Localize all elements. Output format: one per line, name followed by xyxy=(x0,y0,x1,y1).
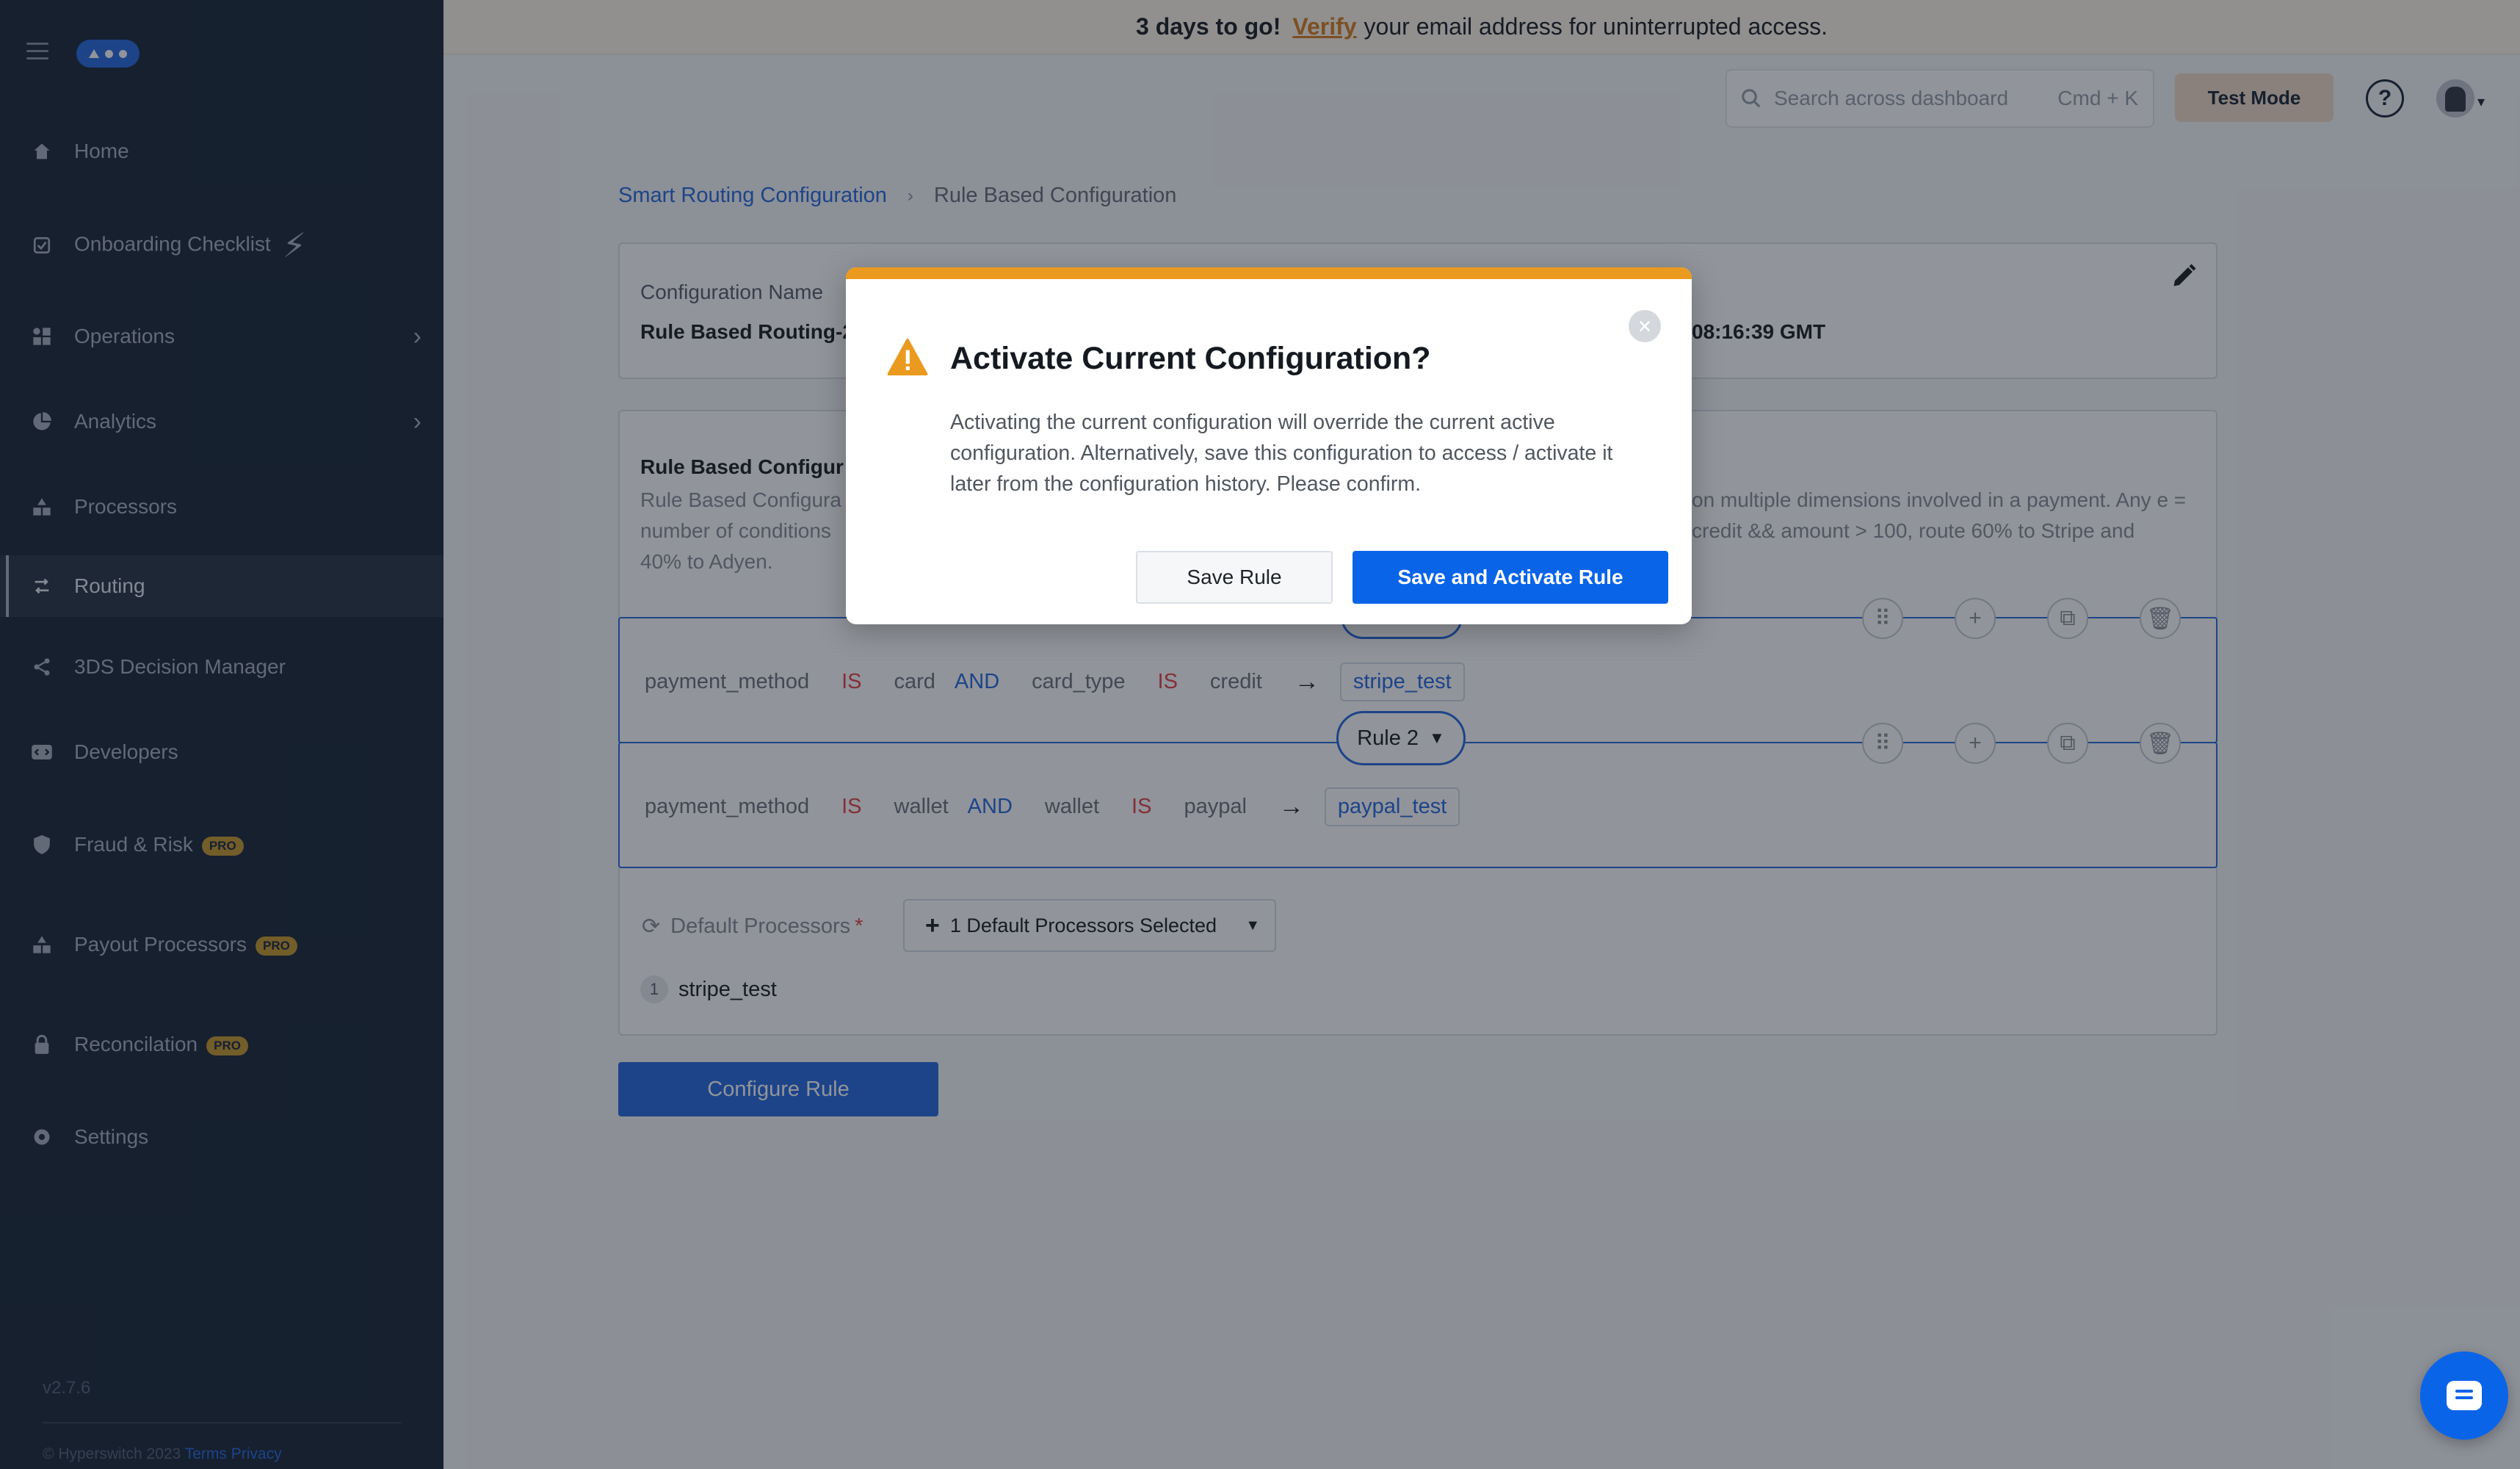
modal-title: Activate Current Configuration? xyxy=(950,341,1431,376)
modal-body: Activating the current configuration wil… xyxy=(950,411,1613,496)
warning-icon xyxy=(887,338,928,376)
save-rule-button[interactable]: Save Rule xyxy=(1136,551,1333,604)
save-and-activate-button[interactable]: Save and Activate Rule xyxy=(1353,551,1668,604)
close-icon[interactable]: × xyxy=(1629,310,1661,342)
modal-backdrop[interactable] xyxy=(0,0,2520,1469)
chat-launcher-button[interactable] xyxy=(2420,1351,2508,1440)
activate-configuration-modal: Activate Current Configuration? × Activa… xyxy=(846,267,1692,624)
chat-icon xyxy=(2447,1381,2482,1410)
modal-accent-bar xyxy=(846,267,1692,279)
